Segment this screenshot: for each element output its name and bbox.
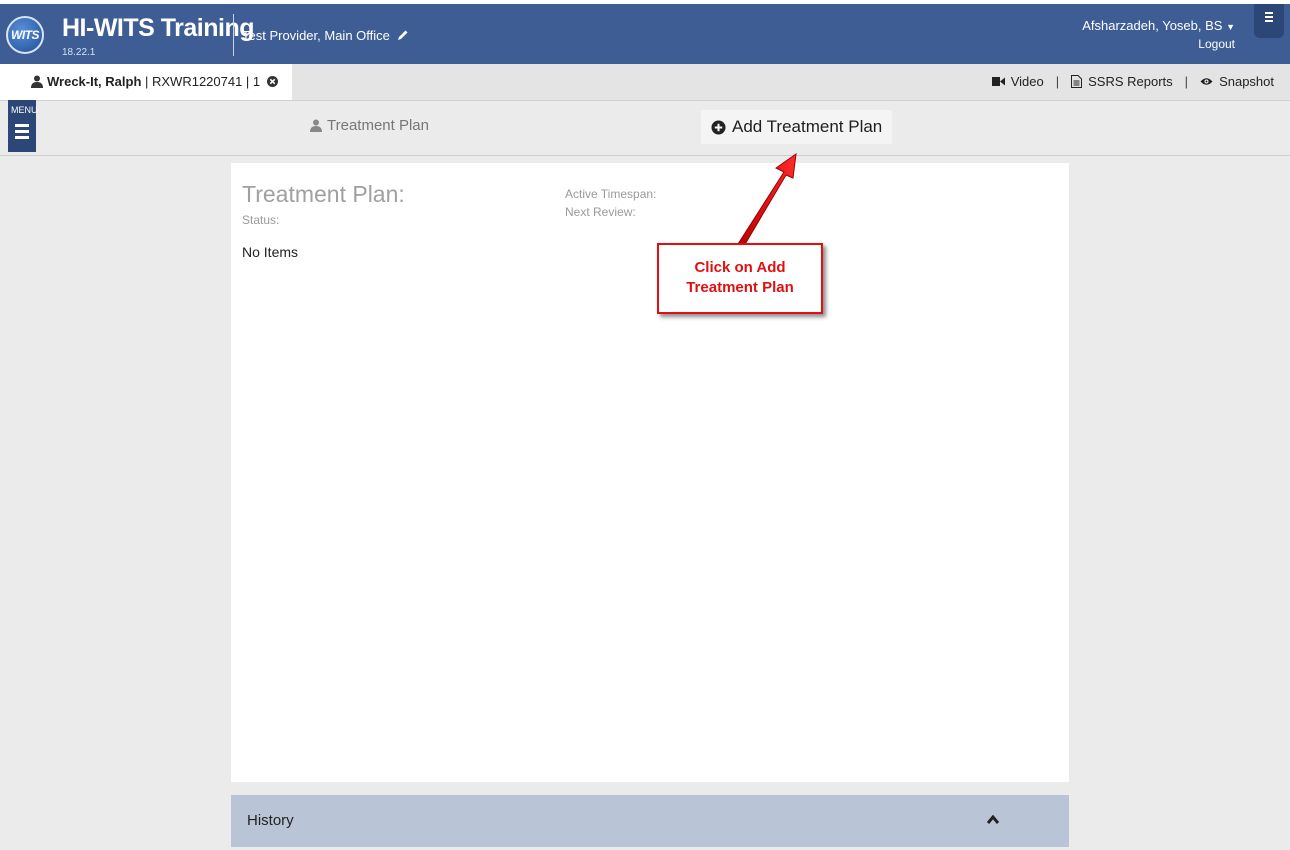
logout-link[interactable]: Logout xyxy=(1198,37,1235,51)
active-timespan-label: Active Timespan: xyxy=(565,187,657,201)
callout-line-2: Treatment Plan xyxy=(686,279,794,296)
caret-down-icon: ▼ xyxy=(1226,22,1235,32)
empty-message: No Items xyxy=(242,244,299,260)
client-label: Wreck-It, Ralph | RXWR1220741 | 1 xyxy=(47,74,260,89)
callout-line-1: Click on Add xyxy=(694,259,786,276)
status-label: Status: xyxy=(242,213,280,227)
video-link[interactable]: Video xyxy=(991,74,1044,89)
menu-button[interactable]: MENU xyxy=(8,100,38,152)
snapshot-link[interactable]: Snapshot xyxy=(1200,74,1274,89)
panel-title: Treatment Plan: xyxy=(242,181,405,207)
client-tab-bar: Wreck-It, Ralph | RXWR1220741 | 1 Video … xyxy=(0,64,1290,101)
client-tab[interactable]: Wreck-It, Ralph | RXWR1220741 | 1 xyxy=(0,64,292,100)
next-review-label: Next Review: xyxy=(565,205,636,219)
ssrs-reports-label: SSRS Reports xyxy=(1088,74,1173,89)
link-separator: | xyxy=(1055,74,1060,89)
person-icon xyxy=(31,75,43,88)
provider-name: Test Provider, Main Office xyxy=(242,28,390,43)
top-links: Video | SSRS Reports | Snapshot xyxy=(991,74,1274,89)
ssrs-reports-link[interactable]: SSRS Reports xyxy=(1071,74,1173,89)
snapshot-label: Snapshot xyxy=(1219,74,1274,89)
eye-icon xyxy=(1200,78,1213,85)
treatment-plan-panel: Treatment Plan: Status: Active Timespan:… xyxy=(231,163,1069,782)
client-name: Wreck-It, Ralph xyxy=(47,74,142,89)
video-camera-icon xyxy=(991,77,1005,86)
user-menu[interactable]: Afsharzadeh, Yoseb, BS ▼ xyxy=(1082,18,1235,33)
top-header: WITS HI-WITS Training 18.22.1 Test Provi… xyxy=(0,0,1290,64)
menu-label: MENU xyxy=(11,105,38,115)
annotation-callout: Click on Add Treatment Plan xyxy=(657,243,823,314)
plus-circle-icon xyxy=(711,120,726,134)
link-separator: | xyxy=(1184,74,1189,89)
logo-text: WITS xyxy=(11,28,40,42)
person-icon xyxy=(310,119,322,132)
treatment-plan-link[interactable]: Treatment Plan xyxy=(310,117,429,134)
history-section[interactable]: History xyxy=(231,795,1069,847)
hamburger-icon[interactable] xyxy=(1254,4,1284,38)
app-version: 18.22.1 xyxy=(62,47,96,58)
document-icon xyxy=(1071,75,1083,88)
add-treatment-plan-button[interactable]: Add Treatment Plan xyxy=(701,110,893,144)
sub-navigation: Treatment Plan xyxy=(0,100,1290,156)
user-name: Afsharzadeh, Yoseb, BS xyxy=(1082,18,1223,33)
history-label: History xyxy=(247,812,294,829)
pencil-icon xyxy=(397,30,407,40)
add-treatment-plan-label: Add Treatment Plan xyxy=(732,117,883,136)
provider-selector[interactable]: Test Provider, Main Office xyxy=(242,28,409,43)
wits-logo[interactable]: WITS xyxy=(6,16,44,54)
treatment-plan-label: Treatment Plan xyxy=(327,117,429,134)
app-title: HI-WITS Training xyxy=(62,14,255,42)
video-label: Video xyxy=(1010,74,1044,89)
chevron-up-icon[interactable] xyxy=(987,815,999,825)
client-id: | RXWR1220741 | 1 xyxy=(141,74,261,89)
header-divider xyxy=(233,14,234,56)
close-tab-icon[interactable] xyxy=(266,75,279,88)
